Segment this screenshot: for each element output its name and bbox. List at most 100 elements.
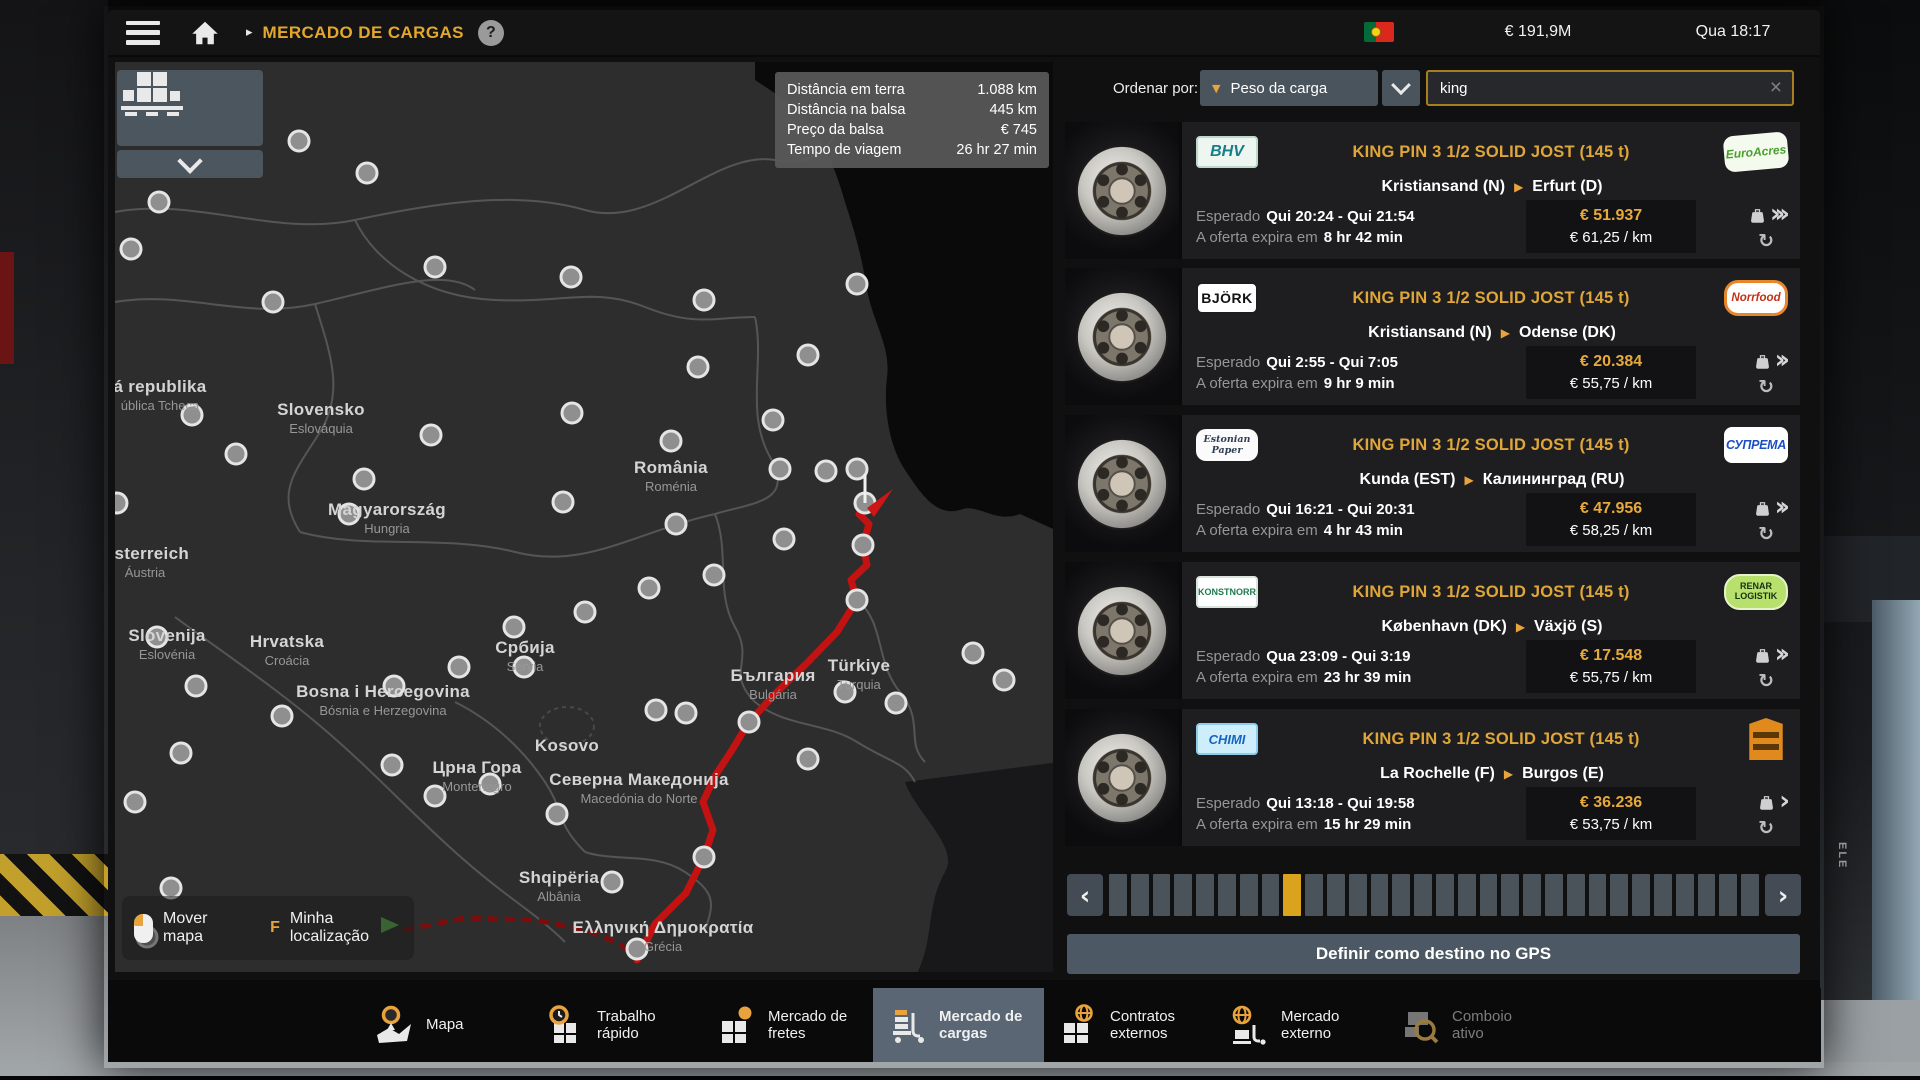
nav-item-trabalho-rapido[interactable]: Trabalho rápido (531, 988, 702, 1062)
page-segment[interactable] (1153, 874, 1171, 916)
cargo-offer-row[interactable]: BJÖRK KING PIN 3 1/2 SOLID JOST (145 t) … (1065, 268, 1800, 405)
nav-item-mercado-externo[interactable]: Mercado externo (1215, 988, 1386, 1062)
page-segment[interactable] (1523, 874, 1541, 916)
quick-job-icon (543, 1003, 587, 1047)
heavy-weight-icon (1754, 647, 1771, 664)
page-segment[interactable] (1174, 874, 1192, 916)
city-dot (357, 163, 377, 183)
clear-search-icon[interactable]: × (1770, 76, 1782, 100)
page-segment[interactable] (1218, 874, 1236, 916)
page-segment[interactable] (1719, 874, 1737, 916)
nav-item-mapa[interactable]: Mapa (360, 988, 531, 1062)
nav-item-mercado-de-fretes[interactable]: Mercado de fretes (702, 988, 873, 1062)
route: Kunda (EST) ▶ Калининград (RU) (1196, 467, 1788, 493)
price-box: € 36.236 € 53,75 / km (1526, 787, 1696, 840)
expires-time: 4 hr 43 min (1324, 522, 1403, 539)
page-segment[interactable] (1371, 874, 1389, 916)
city-dot (339, 504, 359, 524)
cargo-type-button[interactable] (117, 70, 263, 146)
page-segment[interactable] (1196, 874, 1214, 916)
expected-label: Esperado (1196, 501, 1260, 518)
heavy-weight-icon (1758, 794, 1775, 811)
page-segment[interactable] (1262, 874, 1280, 916)
city-dot (125, 792, 145, 812)
page-segment[interactable] (1436, 874, 1454, 916)
sort-expand-button[interactable] (1382, 70, 1420, 106)
urgency-chevrons-icon: ›› (1775, 644, 1788, 664)
urgency-chevrons-icon: › (1779, 791, 1788, 811)
page-segment[interactable] (1676, 874, 1694, 916)
scene-red-truck (0, 252, 14, 364)
page-segment[interactable] (1610, 874, 1628, 916)
home-icon[interactable] (188, 18, 222, 48)
offer-price: € 47.956 (1536, 498, 1686, 520)
help-icon[interactable]: ? (478, 20, 504, 46)
cargo-offer-row[interactable]: CHIMI KING PIN 3 1/2 SOLID JOST (145 t) … (1065, 709, 1800, 846)
route: Kristiansand (N) ▶ Erfurt (D) (1196, 174, 1788, 200)
destination-city: Erfurt (D) (1532, 178, 1602, 196)
page-segment[interactable] (1109, 874, 1127, 916)
cargo-offer-row[interactable]: KONSTNORR KING PIN 3 1/2 SOLID JOST (145… (1065, 562, 1800, 699)
cargo-image (1065, 709, 1182, 846)
collapse-button[interactable] (117, 150, 263, 178)
heavy-weight-icon (1749, 207, 1766, 224)
page-segment[interactable] (1131, 874, 1149, 916)
cargo-image (1065, 122, 1182, 259)
page-segment[interactable] (1458, 874, 1476, 916)
city-dot (676, 703, 696, 723)
city-dot (421, 425, 441, 445)
set-gps-destination-button[interactable]: Definir como destino no GPS (1067, 934, 1800, 974)
expected-time: Qui 20:24 - Qui 21:54 (1266, 208, 1414, 225)
next-page-button[interactable]: › (1765, 874, 1801, 916)
ferry-route (404, 918, 635, 958)
city-dot (354, 469, 374, 489)
origin-city: Kristiansand (N) (1381, 178, 1505, 196)
cargo-offer-row[interactable]: BHV KING PIN 3 1/2 SOLID JOST (145 t) Eu… (1065, 122, 1800, 259)
page-segment[interactable] (1741, 874, 1759, 916)
search-input[interactable] (1428, 80, 1770, 97)
city-dot (798, 345, 818, 365)
search-box: × (1426, 70, 1794, 106)
page-segment[interactable] (1501, 874, 1519, 916)
page-segment[interactable] (1349, 874, 1367, 916)
page-segment[interactable] (1545, 874, 1563, 916)
bottom-nav: Mapa Trabalho rápido Mercado de fretes (108, 988, 1821, 1062)
location-hotkey: F (270, 919, 280, 937)
page-segment[interactable] (1480, 874, 1498, 916)
sort-dropdown[interactable]: ▼ Peso da carga (1200, 70, 1378, 106)
nav-item-mercado-de-cargas[interactable]: Mercado de cargas (873, 988, 1044, 1062)
offer-price: € 36.236 (1536, 792, 1686, 814)
menu-icon[interactable] (126, 21, 160, 45)
nav-item-contratos-externos[interactable]: Contratos externos (1044, 988, 1215, 1062)
chevron-down-icon (177, 148, 202, 173)
page-segment[interactable] (1589, 874, 1607, 916)
portugal-flag-icon (1364, 22, 1394, 42)
city-dot (425, 786, 445, 806)
page-title: MERCADO DE CARGAS (263, 23, 464, 43)
page-segment[interactable] (1305, 874, 1323, 916)
expected-time: Qua 23:09 - Qui 3:19 (1266, 648, 1410, 665)
cargo-offer-row[interactable]: Estonian Paper KING PIN 3 1/2 SOLID JOST… (1065, 415, 1800, 552)
pagination-segments (1109, 874, 1759, 916)
breadcrumb-arrow-icon: ▸ (246, 25, 253, 40)
page-segment-active[interactable] (1283, 874, 1301, 916)
prev-page-button[interactable]: ‹ (1067, 874, 1103, 916)
route-arrow-icon: ▶ (1514, 180, 1523, 194)
page-segment[interactable] (1392, 874, 1410, 916)
city-dot (886, 693, 906, 713)
city-dot (694, 847, 714, 867)
city-dot (382, 755, 402, 775)
city-dot (182, 405, 202, 425)
city-dot (575, 602, 595, 622)
page-segment[interactable] (1240, 874, 1258, 916)
page-segment[interactable] (1567, 874, 1585, 916)
page-segment[interactable] (1698, 874, 1716, 916)
page-segment[interactable] (1654, 874, 1672, 916)
page-segment[interactable] (1327, 874, 1345, 916)
page-segment[interactable] (1414, 874, 1432, 916)
page-segment[interactable] (1632, 874, 1650, 916)
world-map[interactable]: á republikaública TchecaSlovenskoEslováq… (115, 62, 1053, 972)
scene-bottom-edge (0, 1076, 1920, 1080)
city-dot (661, 431, 681, 451)
receiver-company-logo: RENAR LOGISTIK (1724, 574, 1788, 610)
